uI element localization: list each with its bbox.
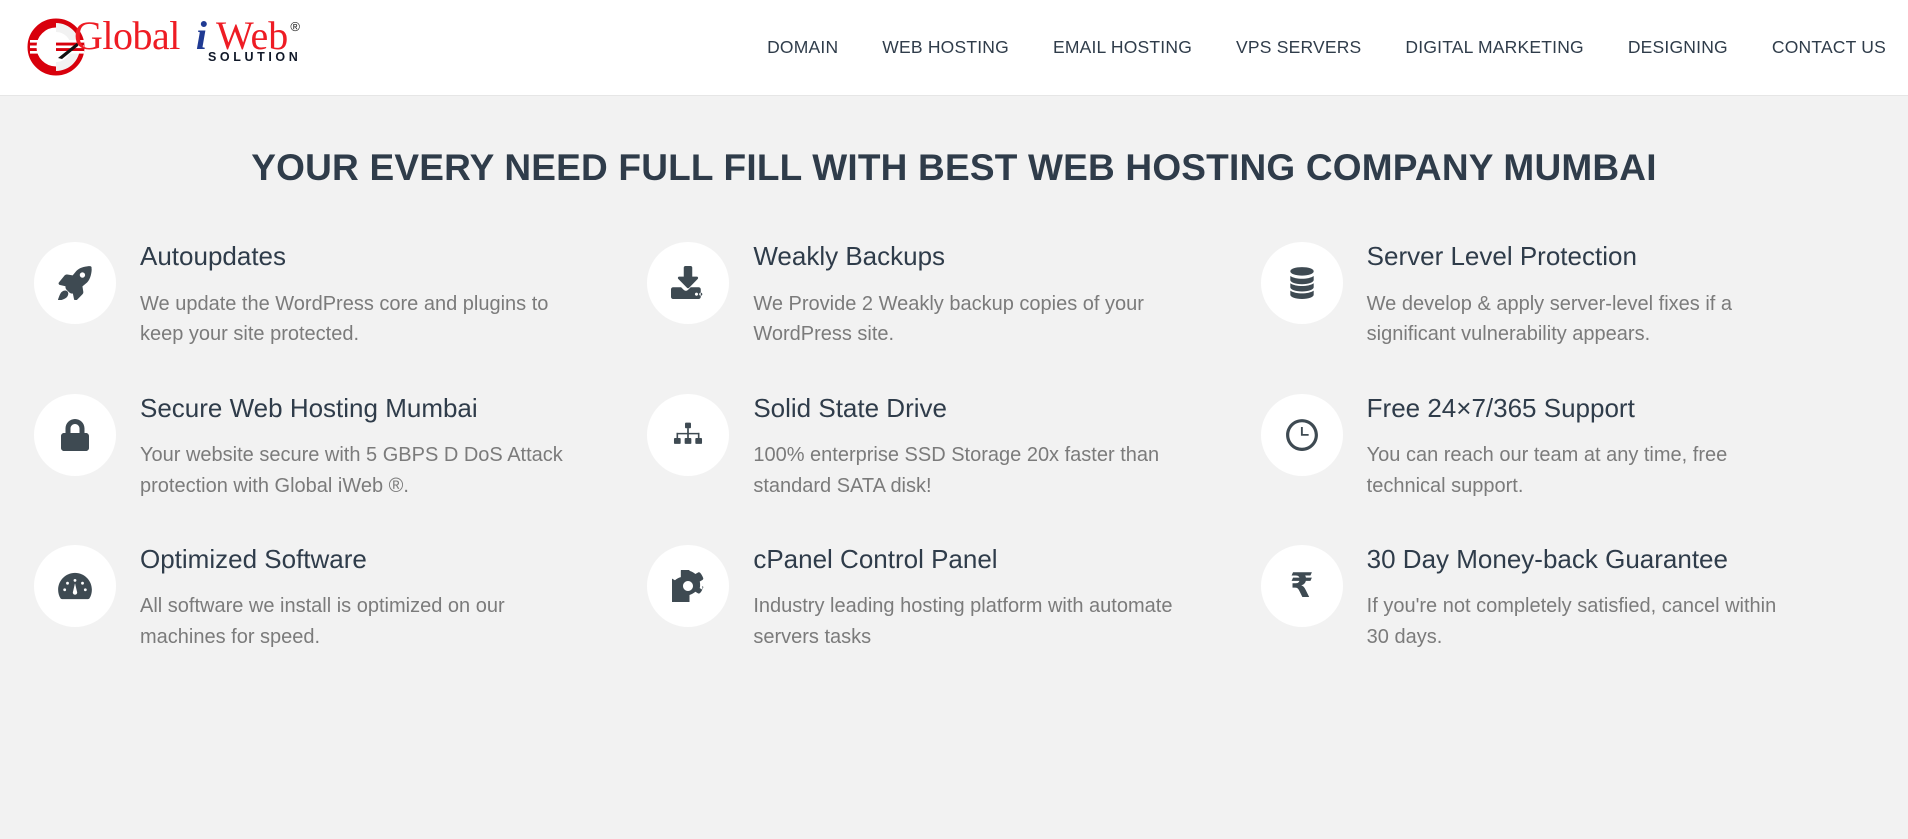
feature-card-secure-web-hosting: Secure Web Hosting Mumbai Your website s…	[34, 390, 647, 541]
nav-item-web-hosting[interactable]: WEB HOSTING	[860, 37, 1031, 58]
feature-body: 30 Day Money-back Guarantee If you're no…	[1367, 541, 1844, 652]
brand-wordmark: Global i Web ® SOLUTION	[74, 12, 302, 64]
feature-title: Autoupdates	[140, 241, 287, 272]
feature-body: Server Level Protection We develop & app…	[1367, 238, 1844, 349]
database-stack-icon	[1260, 242, 1343, 325]
nav-item-vps-servers[interactable]: VPS SERVERS	[1214, 37, 1383, 58]
feature-description: Your website secure with 5 GBPS D DoS At…	[140, 444, 563, 497]
nav-item-domain[interactable]: DOMAIN	[745, 37, 860, 58]
feature-card-server-level-protection: Server Level Protection We develop & app…	[1260, 238, 1874, 389]
main-navigation: DOMAIN WEB HOSTING EMAIL HOSTING VPS SER…	[745, 37, 1886, 58]
feature-description: You can reach our team at any time, free…	[1366, 444, 1728, 497]
feature-card-solid-state-drive: Solid State Drive 100% enterprise SSD St…	[647, 390, 1260, 541]
brand-word-i: i	[195, 12, 207, 58]
tachometer-icon	[34, 544, 116, 627]
brand-tagline: SOLUTION	[208, 49, 302, 64]
registered-mark: ®	[290, 18, 300, 34]
feature-title: Free 24×7/365 Support	[1366, 392, 1635, 423]
feature-description: We update the WordPress core and plugins…	[140, 292, 549, 346]
nav-item-contact-us[interactable]: CONTACT US	[1750, 37, 1886, 58]
sitemap-icon	[647, 393, 730, 476]
features-grid: Autoupdates We update the WordPress core…	[14, 190, 1894, 692]
feature-description: Industry leading hosting platform with a…	[753, 595, 1173, 648]
feature-body: cPanel Control Panel Industry leading ho…	[753, 541, 1230, 652]
feature-title: Server Level Protection	[1366, 241, 1637, 272]
feature-description: We Provide 2 Weakly backup copies of you…	[753, 292, 1144, 346]
feature-description: We develop & apply server-level fixes if…	[1366, 292, 1733, 346]
feature-description: All software we install is optimized on …	[140, 595, 505, 648]
nav-item-email-hosting[interactable]: EMAIL HOSTING	[1031, 37, 1214, 58]
feature-title: Optimized Software	[140, 543, 367, 574]
feature-body: Solid State Drive 100% enterprise SSD St…	[753, 390, 1230, 501]
feature-body: Autoupdates We update the WordPress core…	[140, 238, 617, 349]
feature-card-cpanel: cPanel Control Panel Industry leading ho…	[647, 541, 1260, 692]
feature-body: Secure Web Hosting Mumbai Your website s…	[140, 390, 617, 501]
brand-word-global: Global	[74, 12, 180, 58]
feature-card-support: Free 24×7/365 Support You can reach our …	[1260, 390, 1874, 541]
clock-icon	[1260, 393, 1343, 476]
feature-title: cPanel Control Panel	[753, 543, 998, 574]
feature-card-optimized-software: Optimized Software All software we insta…	[34, 541, 647, 692]
feature-description: If you're not completely satisfied, canc…	[1366, 595, 1777, 648]
feature-title: Weakly Backups	[753, 241, 946, 272]
nav-item-designing[interactable]: DESIGNING	[1606, 37, 1750, 58]
download-inbox-icon	[647, 242, 730, 325]
lock-icon	[34, 393, 116, 476]
feature-body: Free 24×7/365 Support You can reach our …	[1367, 390, 1844, 501]
nav-item-digital-marketing[interactable]: DIGITAL MARKETING	[1383, 37, 1605, 58]
feature-card-autoupdates: Autoupdates We update the WordPress core…	[34, 238, 647, 389]
feature-title: 30 Day Money-back Guarantee	[1366, 543, 1728, 574]
feature-body: Weakly Backups We Provide 2 Weakly backu…	[753, 238, 1230, 349]
rupee-icon: ₹	[1260, 544, 1343, 627]
feature-title: Solid State Drive	[753, 392, 947, 423]
features-section: YOUR EVERY NEED FULL FILL WITH BEST WEB …	[0, 96, 1908, 693]
rocket-icon	[34, 242, 116, 325]
brand-logo: Global i Web ® SOLUTION	[22, 12, 302, 80]
feature-card-weakly-backups: Weakly Backups We Provide 2 Weakly backu…	[647, 238, 1260, 389]
brand-logo-link[interactable]: Global i Web ® SOLUTION	[18, 12, 302, 80]
rupee-glyph: ₹	[1289, 565, 1314, 606]
feature-description: 100% enterprise SSD Storage 20x faster t…	[753, 444, 1160, 497]
site-header: Global i Web ® SOLUTION DOMAIN WEB HOSTI…	[0, 0, 1908, 96]
feature-card-money-back-guarantee: ₹ 30 Day Money-back Guarantee If you're …	[1260, 541, 1874, 692]
gear-icon	[647, 544, 730, 627]
feature-body: Optimized Software All software we insta…	[140, 541, 617, 652]
feature-title: Secure Web Hosting Mumbai	[140, 392, 478, 423]
page-title: YOUR EVERY NEED FULL FILL WITH BEST WEB …	[251, 147, 1657, 188]
